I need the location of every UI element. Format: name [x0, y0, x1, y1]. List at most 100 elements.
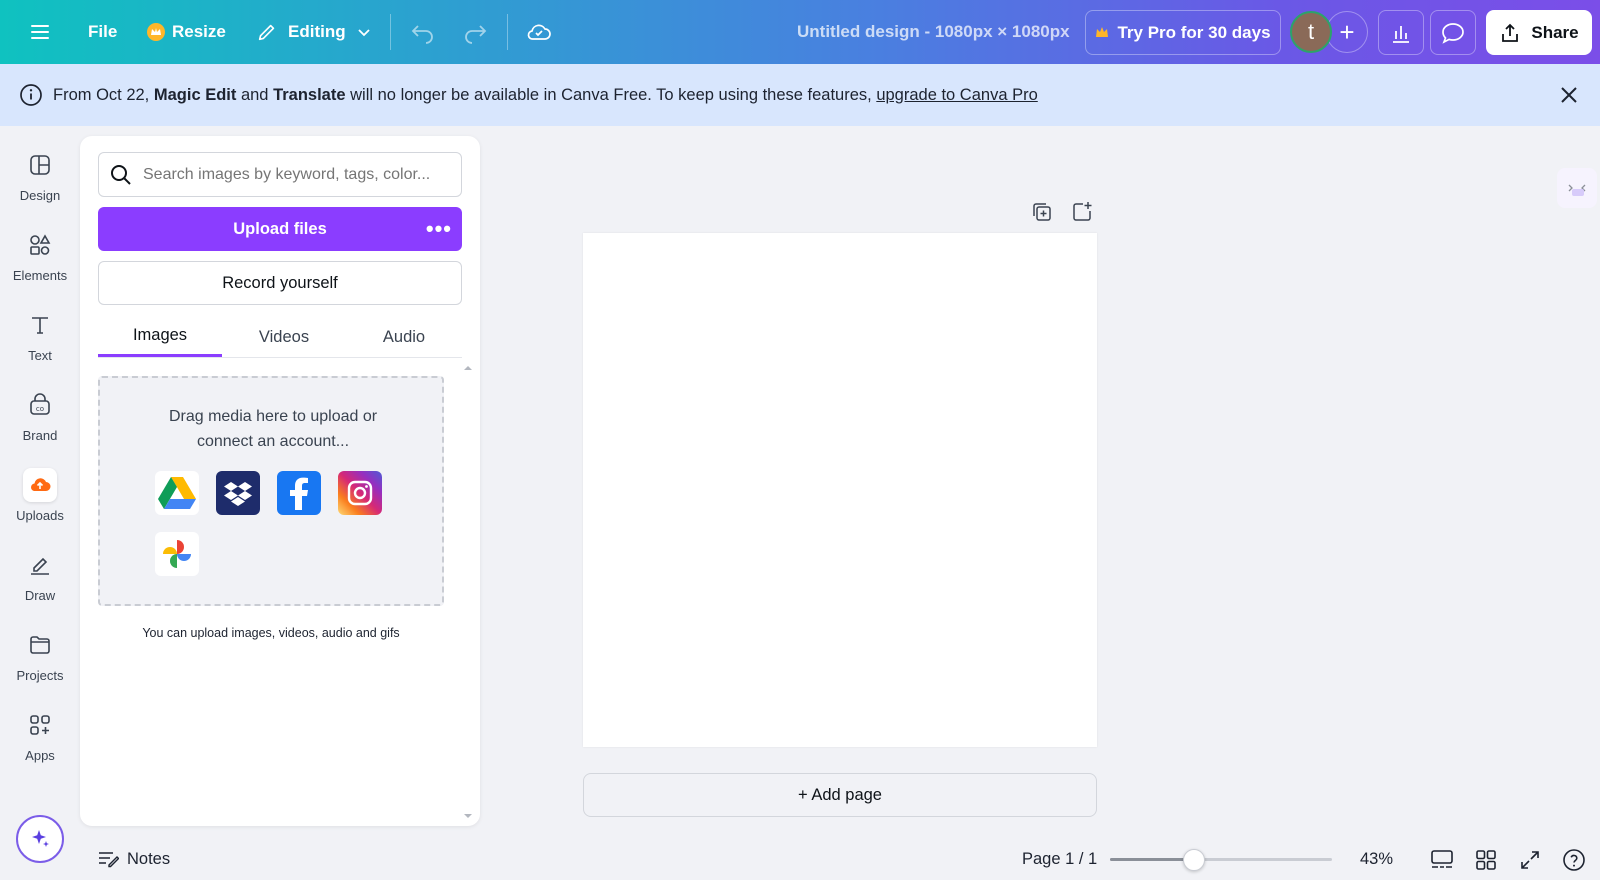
pages-layout-icon [1430, 849, 1454, 871]
file-menu-button[interactable]: File [88, 0, 117, 64]
rail-item-draw[interactable]: Draw [0, 548, 80, 618]
facebook-button[interactable] [277, 471, 321, 515]
undo-icon [410, 20, 436, 44]
apps-icon [23, 708, 57, 742]
rail-item-brand[interactable]: co Brand [0, 388, 80, 458]
insights-button[interactable] [1378, 10, 1424, 55]
upload-files-button[interactable]: Upload files ••• [98, 207, 462, 251]
rail-item-text[interactable]: Text [0, 308, 80, 378]
search-field[interactable] [98, 152, 462, 197]
cloud-check-icon [526, 21, 552, 43]
magic-assistant-button[interactable] [16, 815, 64, 863]
zoom-slider[interactable] [1110, 849, 1332, 871]
rail-item-design[interactable]: Design [0, 148, 80, 218]
tabs-divider [98, 357, 462, 358]
instagram-icon [345, 478, 375, 508]
dropbox-button[interactable] [216, 471, 260, 515]
toolbar-divider [507, 14, 508, 50]
grid-view-button[interactable] [1473, 847, 1499, 873]
crown-icon [1095, 26, 1109, 40]
close-banner-button[interactable] [1557, 83, 1581, 107]
page-indicator-label: Page 1 / 1 [1022, 849, 1098, 868]
design-title[interactable]: Untitled design - 1080px × 1080px [797, 0, 1070, 64]
add-page-button[interactable]: + Add page [583, 773, 1097, 817]
menu-icon[interactable] [28, 0, 52, 64]
banner-feature-magic-edit: Magic Edit [153, 85, 237, 104]
cloud-save-status-button[interactable] [526, 0, 552, 64]
rail-item-apps[interactable]: Apps [0, 708, 80, 778]
layout-icon [23, 148, 57, 182]
notes-icon [97, 849, 119, 869]
try-pro-button[interactable]: Try Pro for 30 days [1085, 10, 1281, 55]
rail-label: Text [28, 348, 52, 363]
rail-item-projects[interactable]: Projects [0, 628, 80, 698]
chevron-down-icon [356, 24, 372, 40]
expand-icon [1519, 849, 1541, 871]
comments-button[interactable] [1430, 10, 1476, 55]
design-canvas-page[interactable] [583, 233, 1097, 747]
tab-images[interactable]: Images [98, 317, 222, 357]
crown-icon [146, 22, 166, 42]
tab-label: Images [132, 326, 188, 344]
editing-mode-dropdown[interactable]: Editing [256, 0, 372, 64]
google-photos-button[interactable] [155, 532, 199, 576]
notes-label: Notes [127, 849, 171, 868]
page-view-button[interactable] [1429, 847, 1455, 873]
facebook-icon [285, 476, 313, 510]
file-menu-label: File [88, 22, 118, 41]
google-drive-button[interactable] [155, 471, 199, 515]
zoom-level-button[interactable]: 43% [1360, 838, 1393, 880]
panel-scrollbar[interactable] [462, 362, 474, 822]
add-page-icon-button[interactable] [1070, 200, 1094, 224]
add-page-label: + Add page [798, 785, 882, 804]
share-icon [1499, 22, 1521, 44]
upload-dropzone[interactable]: Drag media here to upload or connect an … [98, 376, 444, 606]
rail-item-uploads[interactable]: Uploads [0, 468, 80, 538]
fullscreen-button[interactable] [1517, 847, 1543, 873]
rail-item-elements[interactable]: Elements [0, 228, 80, 298]
dropbox-icon [224, 480, 252, 506]
redo-button[interactable] [462, 0, 488, 64]
share-button[interactable]: Share [1486, 10, 1592, 55]
rail-label: Elements [12, 268, 68, 283]
rail-label: Draw [24, 588, 56, 603]
resize-button[interactable]: Resize [146, 0, 226, 64]
rail-label: Brand [22, 428, 58, 443]
invite-collaborator-button[interactable]: + [1326, 11, 1368, 53]
notes-button[interactable]: Notes [97, 838, 170, 880]
help-button[interactable] [1561, 847, 1587, 873]
avatar[interactable]: t [1290, 11, 1332, 53]
upload-files-label: Upload files [233, 219, 327, 238]
record-yourself-button[interactable]: Record yourself [98, 261, 462, 305]
collapse-side-panel-button[interactable] [1557, 168, 1597, 208]
cloud-upload-icon [23, 468, 57, 502]
upgrade-link[interactable]: upgrade to Canva Pro [876, 86, 1037, 105]
tab-videos[interactable]: Videos [222, 317, 346, 357]
try-pro-label: Try Pro for 30 days [1117, 22, 1271, 42]
plus-icon: + [1339, 16, 1355, 47]
zoom-slider-handle[interactable] [1183, 849, 1205, 871]
sparkle-icon [28, 827, 52, 851]
record-yourself-label: Record yourself [222, 273, 338, 292]
google-photos-icon [159, 536, 195, 572]
bar-chart-icon [1390, 22, 1412, 44]
rail-label: Apps [25, 748, 55, 763]
left-rail: Design Elements Text co Brand Uploads Dr… [0, 126, 80, 880]
banner-text-and: and [236, 85, 274, 104]
resize-label: Resize [172, 22, 226, 41]
page-indicator-button[interactable]: Page 1 / 1 [1022, 838, 1097, 880]
more-options-button[interactable]: ••• [426, 207, 452, 251]
grid-icon [1475, 849, 1497, 871]
upload-hint: You can upload images, videos, audio and… [142, 626, 400, 640]
tab-audio[interactable]: Audio [346, 317, 462, 357]
duplicate-page-button[interactable] [1030, 200, 1054, 224]
search-input[interactable] [143, 165, 443, 184]
instagram-button[interactable] [338, 471, 382, 515]
shapes-icon [23, 228, 57, 262]
tab-label: Audio [382, 327, 426, 346]
info-icon [19, 83, 43, 107]
bottom-bar: Notes Page 1 / 1 43% [80, 838, 1600, 880]
dropzone-line-2: connect an account... [196, 433, 350, 450]
media-tabs: Images Videos Audio [98, 317, 462, 357]
undo-button[interactable] [410, 0, 436, 64]
